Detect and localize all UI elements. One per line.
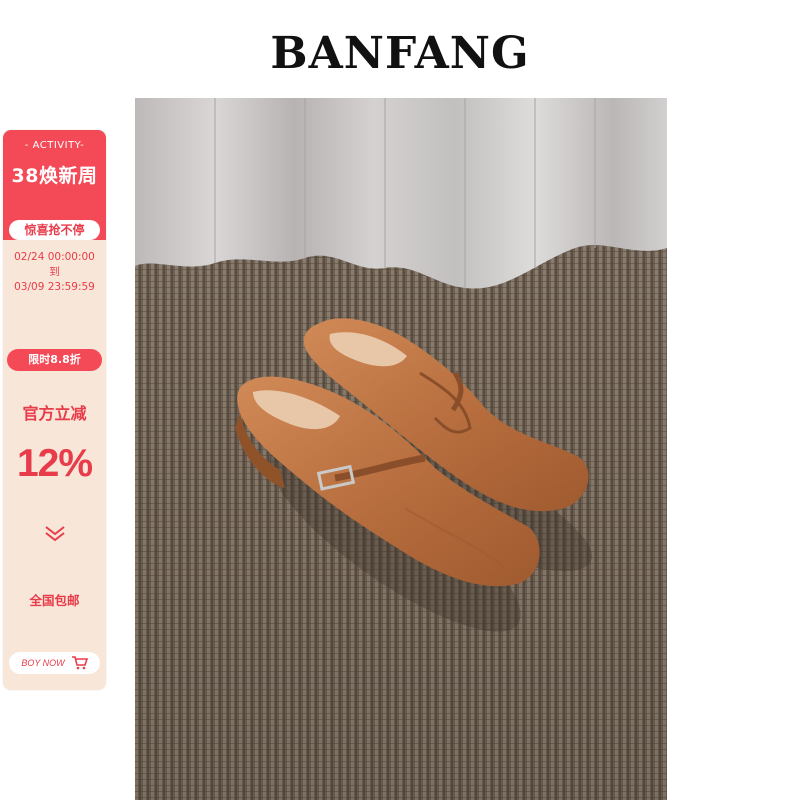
date-end: 03/09 23:59:59 <box>14 281 95 293</box>
discount-percent: 12% <box>16 442 93 485</box>
double-chevron-down-icon <box>45 526 65 542</box>
discount-badge: 限时8.8折 <box>7 349 102 371</box>
date-start: 02/24 00:00:00 <box>14 251 95 263</box>
buy-now-label: BOY NOW <box>21 658 65 668</box>
promo-dates: 02/24 00:00:00 到 03/09 23:59:59 <box>3 250 106 295</box>
official-discount-label: 官方立减 <box>22 404 87 423</box>
brand-logo: BANFANG <box>270 28 530 79</box>
event-title: 38焕新周 <box>11 165 98 187</box>
promo-sidebar: - ACTIVITY- 38焕新周 惊喜抢不停 02/24 00:00:00 到… <box>3 130 106 690</box>
buy-now-button[interactable]: BOY NOW <box>9 652 100 674</box>
product-photo <box>135 98 667 800</box>
shopping-cart-icon <box>71 656 88 670</box>
date-to: 到 <box>49 266 60 278</box>
surprise-badge: 惊喜抢不停 <box>9 220 100 240</box>
free-shipping-label: 全国包邮 <box>29 593 80 608</box>
activity-label: - ACTIVITY- <box>24 140 85 151</box>
